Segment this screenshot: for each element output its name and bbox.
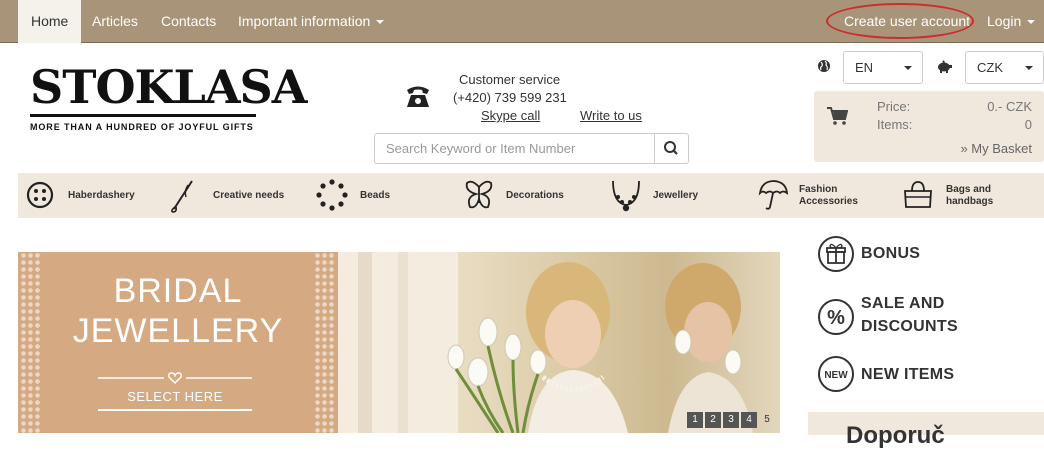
basket-items-label: Items: bbox=[877, 117, 913, 132]
banner-page-1[interactable]: 1 bbox=[687, 412, 703, 428]
necklace-icon bbox=[612, 180, 640, 212]
search-icon bbox=[664, 141, 678, 155]
category-label: Accessories bbox=[799, 196, 858, 207]
category-creative-needs[interactable]: Creative needs bbox=[170, 173, 300, 218]
category-label: Haberdashery bbox=[68, 190, 135, 201]
recommend-title: Doporuč bbox=[846, 422, 945, 449]
button-icon bbox=[26, 181, 54, 209]
logo-tagline: MORE THAN A HUNDRED OF JOYFUL GIFTS bbox=[30, 122, 254, 132]
category-label: Creative needs bbox=[213, 190, 285, 201]
nav-contacts[interactable]: Contacts bbox=[161, 0, 216, 43]
promo-new-label: NEW ITEMS bbox=[861, 366, 955, 383]
category-label: Beads bbox=[360, 190, 391, 201]
basket-price-label: Price: bbox=[877, 99, 911, 114]
category-beads[interactable]: Beads bbox=[316, 173, 426, 218]
nav-home[interactable]: Home bbox=[18, 0, 82, 43]
umbrella-icon bbox=[758, 180, 788, 210]
banner-page-3[interactable]: 3 bbox=[723, 412, 739, 428]
cart-icon bbox=[827, 107, 848, 125]
gift-icon bbox=[818, 236, 854, 272]
banner-title-line1: BRIDAL bbox=[113, 272, 243, 310]
category-label: Jewellery bbox=[653, 190, 699, 201]
site-logo[interactable]: STOKLASA MORE THAN A HUNDRED OF JOYFUL G… bbox=[30, 60, 307, 136]
category-decorations[interactable]: Decorations bbox=[464, 173, 594, 218]
promo-bonus[interactable]: BONUS bbox=[818, 236, 1018, 276]
top-navbar: Home Articles Contacts Important informa… bbox=[0, 0, 1044, 43]
search-button[interactable] bbox=[654, 134, 688, 163]
banner-page-2[interactable]: 2 bbox=[705, 412, 721, 428]
language-value: EN bbox=[855, 60, 874, 75]
banner-title-line2: JEWELLERY bbox=[72, 312, 284, 350]
banner-cta-underline bbox=[98, 409, 252, 411]
heart-divider-icon bbox=[98, 372, 252, 385]
category-label: Fashion bbox=[799, 184, 838, 195]
highlight-oval bbox=[826, 3, 974, 39]
basket-items-value: 0 bbox=[1024, 117, 1032, 132]
currency-value: CZK bbox=[977, 60, 1003, 75]
login-label: Login bbox=[987, 13, 1022, 29]
phone-icon bbox=[407, 86, 429, 107]
search-box bbox=[374, 133, 689, 164]
percent-icon: % bbox=[818, 299, 854, 335]
login-menu[interactable]: Login bbox=[987, 0, 1036, 43]
new-badge-icon: NEW bbox=[818, 356, 854, 392]
banner-cta[interactable]: SELECT HERE bbox=[98, 389, 252, 404]
hero-banner[interactable]: BRIDAL JEWELLERY SELECT HERE 1 2 3 4 5 bbox=[18, 252, 780, 433]
basket-price-value: 0.- CZK bbox=[987, 99, 1032, 114]
logo-wordmark: STOKLASA bbox=[30, 60, 307, 114]
bride-photo bbox=[338, 252, 780, 433]
nav-important-information[interactable]: Important information bbox=[238, 0, 385, 43]
banner-text-panel: BRIDAL JEWELLERY SELECT HERE bbox=[18, 252, 338, 433]
banner-page-5[interactable]: 5 bbox=[759, 412, 775, 428]
nav-articles[interactable]: Articles bbox=[92, 0, 138, 43]
currency-select[interactable]: CZK bbox=[965, 51, 1044, 84]
needle-icon bbox=[171, 180, 193, 213]
promo-sale-label-1: SALE AND bbox=[861, 295, 945, 312]
butterfly-icon bbox=[465, 180, 493, 209]
promo-bonus-label: BONUS bbox=[861, 245, 921, 262]
category-label: handbags bbox=[946, 196, 994, 207]
bag-icon bbox=[904, 181, 932, 208]
chevron-down-icon bbox=[904, 66, 912, 70]
chevron-down-icon bbox=[376, 20, 385, 25]
globe-icon bbox=[818, 60, 830, 72]
nav-important-label: Important information bbox=[238, 13, 371, 29]
promo-sale-label-2: DISCOUNTS bbox=[861, 318, 958, 335]
category-bags-handbags[interactable]: Bags and handbags bbox=[903, 173, 1023, 218]
category-jewellery[interactable]: Jewellery bbox=[610, 173, 720, 218]
basket-summary[interactable]: Price: 0.- CZK Items: 0 » My Basket bbox=[814, 91, 1044, 162]
search-input[interactable] bbox=[375, 134, 656, 163]
customer-service-title: Customer service bbox=[459, 72, 561, 87]
customer-service-phone: (+420) 739 599 231 bbox=[453, 90, 567, 105]
write-to-us-link[interactable]: Write to us bbox=[580, 108, 642, 123]
chevron-down-icon bbox=[1027, 20, 1036, 25]
category-fashion-accessories[interactable]: Fashion Accessories bbox=[758, 173, 878, 218]
banner-page-4[interactable]: 4 bbox=[741, 412, 757, 428]
piggy-bank-icon bbox=[938, 60, 952, 73]
new-badge-text: NEW bbox=[824, 370, 848, 381]
category-haberdashery[interactable]: Haberdashery bbox=[24, 173, 144, 218]
category-label: Decorations bbox=[506, 190, 564, 201]
category-label: Bags and bbox=[946, 184, 992, 195]
bride-illustration bbox=[338, 252, 753, 433]
category-bar: Haberdashery Creative needs Beads Decora… bbox=[18, 173, 1044, 218]
recommend-panel: Doporuč bbox=[808, 412, 1044, 449]
chevron-down-icon bbox=[1025, 66, 1033, 70]
language-select[interactable]: EN bbox=[843, 51, 923, 84]
percent-glyph: % bbox=[827, 307, 845, 329]
promo-new-items[interactable]: NEW NEW ITEMS bbox=[818, 356, 1018, 396]
promo-sale[interactable]: % SALE AND DISCOUNTS bbox=[818, 295, 1018, 345]
beads-icon bbox=[316, 179, 348, 211]
my-basket-link[interactable]: » My Basket bbox=[960, 141, 1032, 156]
logo-underline bbox=[30, 114, 256, 117]
skype-call-link[interactable]: Skype call bbox=[481, 108, 540, 123]
